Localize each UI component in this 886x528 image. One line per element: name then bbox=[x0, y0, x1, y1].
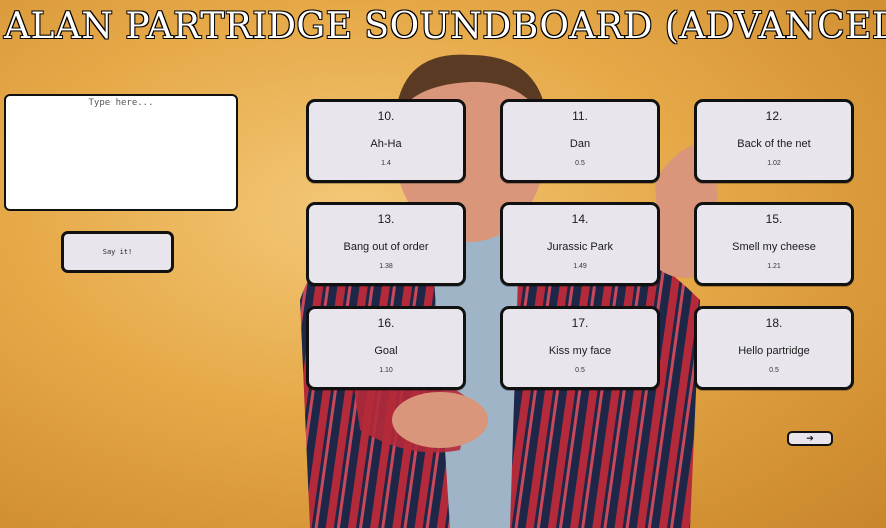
sound-duration: 0.5 bbox=[769, 367, 779, 374]
sound-button-18[interactable]: 18. Hello partridge 0.5 bbox=[694, 306, 854, 390]
sound-number: 15. bbox=[765, 212, 783, 226]
sound-name: Hello partridge bbox=[738, 345, 810, 357]
sound-button-13[interactable]: 13. Bang out of order 1.38 bbox=[306, 202, 466, 286]
arrow-right-icon: ➔ bbox=[806, 433, 814, 443]
sound-number: 13. bbox=[377, 212, 395, 226]
sound-duration: 1.02 bbox=[767, 160, 781, 167]
sound-name: Goal bbox=[374, 345, 398, 357]
sound-duration: 0.5 bbox=[575, 367, 585, 374]
sound-duration: 1.38 bbox=[379, 263, 393, 270]
sound-number: 18. bbox=[765, 316, 783, 330]
speech-text-input[interactable] bbox=[4, 94, 238, 211]
sound-name: Ah-Ha bbox=[370, 138, 402, 150]
sound-name: Dan bbox=[569, 138, 591, 150]
sound-button-15[interactable]: 15. Smell my cheese 1.21 bbox=[694, 202, 854, 286]
sound-name: Bang out of order bbox=[343, 241, 429, 253]
sound-button-17[interactable]: 17. Kiss my face 0.5 bbox=[500, 306, 660, 390]
sound-button-10[interactable]: 10. Ah-Ha 1.4 bbox=[306, 99, 466, 183]
sound-name: Back of the net bbox=[737, 138, 811, 150]
sound-button-16[interactable]: 16. Goal 1.10 bbox=[306, 306, 466, 390]
sound-duration: 1.10 bbox=[379, 367, 393, 374]
sound-button-12[interactable]: 12. Back of the net 1.02 bbox=[694, 99, 854, 183]
sound-duration: 0.5 bbox=[575, 160, 585, 167]
sound-duration: 1.49 bbox=[573, 263, 587, 270]
sound-duration: 1.21 bbox=[767, 263, 781, 270]
sound-name: Kiss my face bbox=[548, 345, 612, 357]
sound-name: Jurassic Park bbox=[546, 241, 614, 253]
sound-duration: 1.4 bbox=[381, 160, 391, 167]
app-title: ALAN PARTRIDGE SOUNDBOARD (ADVANCED) bbox=[4, 6, 886, 47]
sound-button-14[interactable]: 14. Jurassic Park 1.49 bbox=[500, 202, 660, 286]
sound-button-11[interactable]: 11. Dan 0.5 bbox=[500, 99, 660, 183]
sound-name: Smell my cheese bbox=[732, 241, 816, 253]
sound-number: 11. bbox=[572, 109, 588, 123]
say-it-button[interactable]: Say it! bbox=[61, 231, 174, 273]
next-page-button[interactable]: ➔ bbox=[787, 431, 833, 446]
sound-number: 16. bbox=[377, 316, 395, 330]
sound-grid: 10. Ah-Ha 1.4 11. Dan 0.5 12. Back of th… bbox=[306, 99, 855, 390]
sound-number: 14. bbox=[571, 212, 589, 226]
sound-number: 12. bbox=[765, 109, 783, 123]
sound-number: 17. bbox=[571, 316, 589, 330]
sound-number: 10. bbox=[377, 109, 395, 123]
